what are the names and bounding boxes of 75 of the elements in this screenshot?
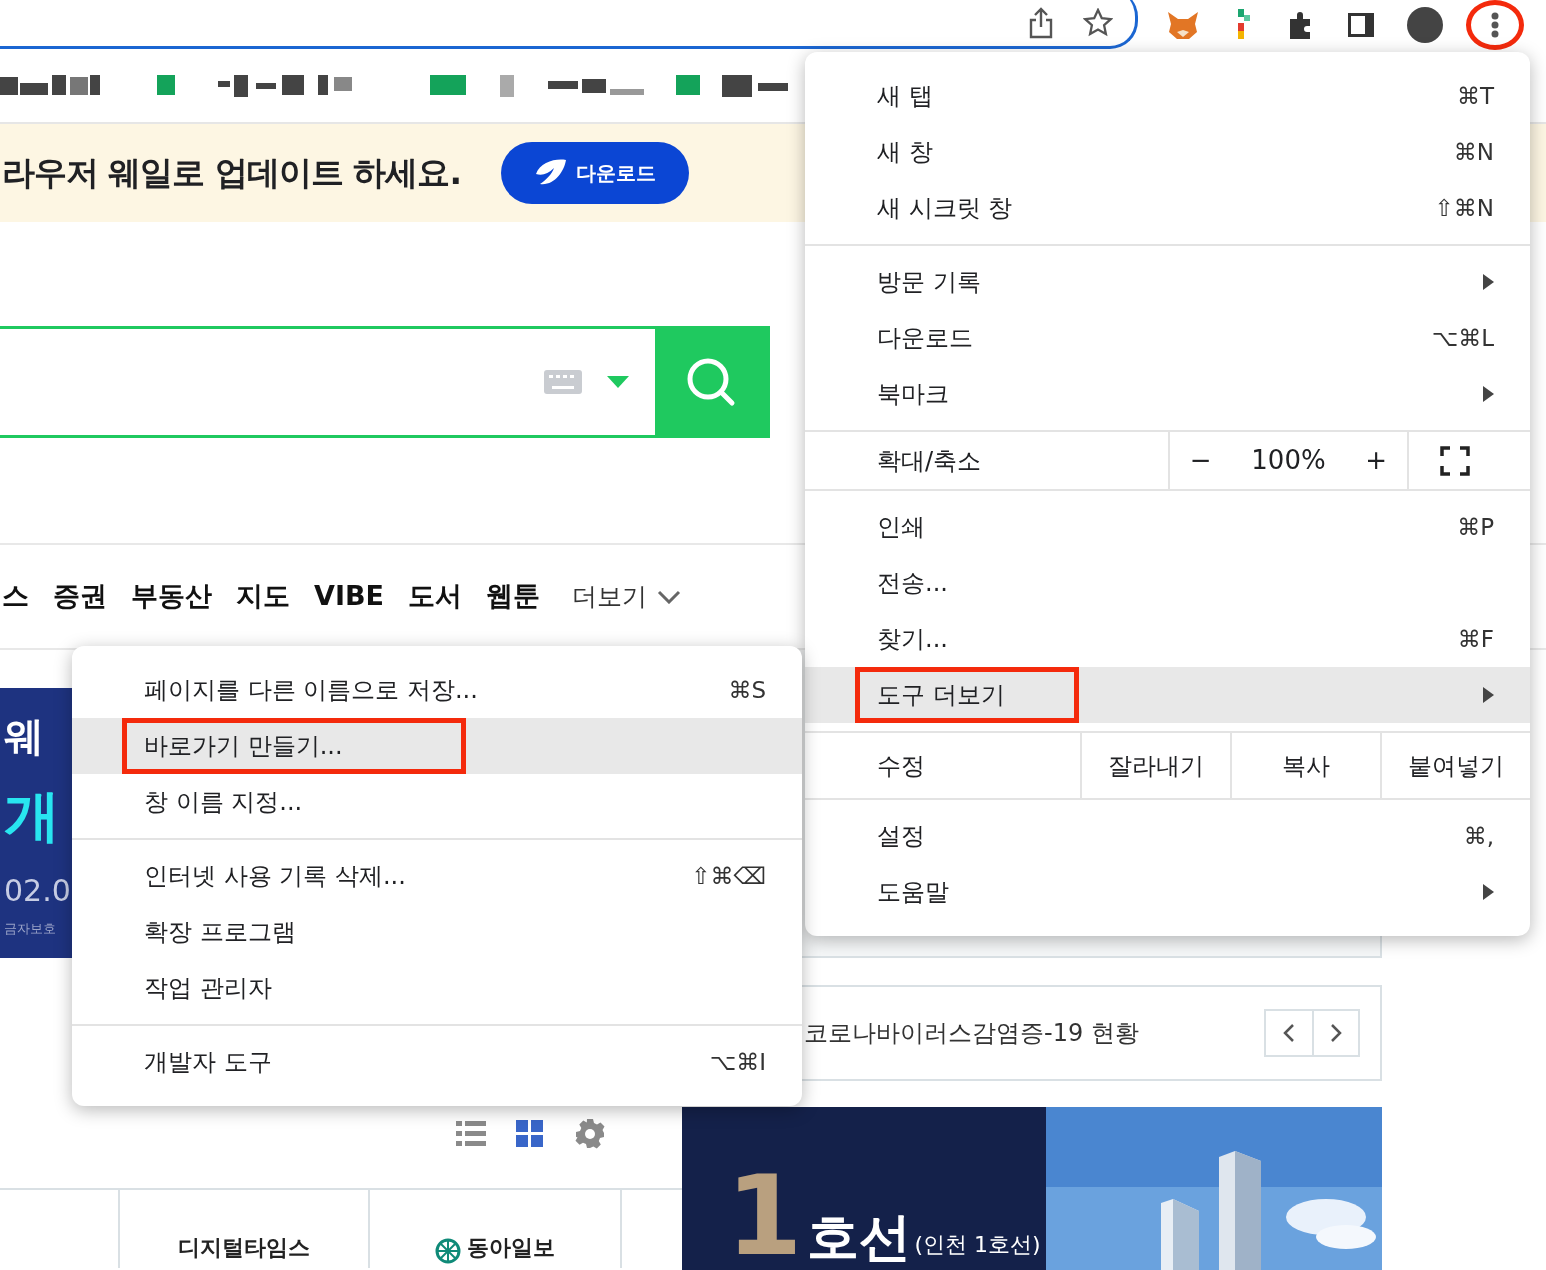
ad-subtitle: (인천 1호선) [914, 1231, 1041, 1259]
menu-item[interactable]: 도움말 [805, 864, 1530, 920]
ad-panel[interactable]: 1 호선(인천 1호선) [682, 1107, 1046, 1270]
shortcut-text: ⌘F [1457, 624, 1494, 654]
promo-text: 02.0 [4, 872, 71, 910]
chevron-down-icon [656, 589, 681, 604]
menu-item[interactable]: 새 탭 ⌘T [805, 68, 1530, 124]
menu-item[interactable]: 찾기... ⌘F [805, 611, 1530, 667]
promo-text: 웨 [4, 712, 44, 761]
zoom-level: 100% [1250, 444, 1327, 477]
shortcut-text: ⇧⌘⌫ [691, 861, 766, 891]
menu-label: 확대/축소 [876, 445, 983, 477]
menu-label: 수정 [876, 750, 926, 782]
nav-link[interactable]: 도서 [407, 576, 462, 617]
menu-item[interactable]: 방문 기록 [805, 254, 1530, 310]
menu-item[interactable]: 전송... [805, 555, 1530, 611]
menu-item[interactable]: 설정 ⌘, [805, 808, 1530, 864]
menu-item[interactable]: 인터넷 사용 기록 삭제... ⇧⌘⌫ [72, 848, 802, 904]
more-button[interactable]: 더보기 [571, 577, 681, 616]
menu-item[interactable]: 페이지를 다른 이름으로 저장... ⌘S [72, 662, 802, 718]
edit-button[interactable]: 복사 [1230, 733, 1380, 798]
star-icon[interactable] [1083, 7, 1113, 38]
shortcut-text: ⌘P [1457, 512, 1494, 542]
edit-button[interactable]: 붙여넣기 [1380, 733, 1530, 798]
avatar-icon[interactable] [1406, 6, 1444, 44]
download-button[interactable]: 다운로드 [501, 142, 689, 204]
press-logo[interactable]: 동아일보 [467, 1231, 555, 1264]
chevron-left-icon [1283, 1023, 1295, 1043]
shortcut-text: ⌘, [1463, 821, 1494, 851]
zoom-in-button[interactable]: + [1357, 441, 1396, 480]
shortcut-text: ⇧⌘N [1434, 193, 1494, 223]
search-icon [686, 357, 736, 407]
panel-title: 코로나바이러스감염증-19 현황 [804, 1018, 1139, 1049]
update-notice: 라우저 웨일로 업데이트 하세요. [2, 152, 461, 195]
globe-icon [435, 1238, 461, 1264]
promo-text: 금자보호 [4, 920, 56, 938]
share-icon[interactable] [1029, 6, 1053, 39]
ad-number: 1 [726, 1169, 803, 1263]
list-icon [456, 1120, 486, 1148]
grid-icon [516, 1120, 544, 1148]
promo-banner[interactable]: 웨 개 02.0 금자보호 [0, 688, 72, 958]
sidebar-icon[interactable] [1346, 11, 1376, 39]
more-icon [1491, 12, 1499, 38]
nav-link[interactable]: 증권 [53, 576, 107, 617]
promo-text: 개 [4, 782, 60, 850]
fox-icon[interactable] [1166, 10, 1200, 40]
press-logo[interactable]: 디지털타임스 [178, 1231, 310, 1264]
view-grid-button[interactable] [516, 1118, 544, 1150]
nav-link[interactable]: 스 [2, 576, 29, 617]
menu-item[interactable]: 작업 관리자 [72, 960, 802, 1016]
menu-item[interactable]: 인쇄 ⌘P [805, 499, 1530, 555]
chevron-right-icon [1330, 1023, 1342, 1043]
menu-item[interactable]: 도구 더보기 [805, 667, 1530, 723]
menu-item[interactable]: 북마크 [805, 366, 1530, 422]
settings-icon[interactable] [574, 1118, 606, 1150]
menu-item[interactable]: 개발자 도구 ⌥⌘I [72, 1034, 802, 1090]
shortcut-text: ⌘T [1456, 81, 1494, 111]
nav-link[interactable]: 지도 [236, 576, 290, 617]
zoom-out-button[interactable]: − [1181, 441, 1220, 480]
menu-item[interactable]: 창 이름 지정... [72, 774, 802, 830]
ad-title: 호선 [806, 1211, 911, 1263]
shortcut-text: ⌘S [728, 675, 766, 705]
menu-item[interactable]: 새 창 ⌘N [805, 124, 1530, 180]
nav-link[interactable]: 웹툰 [485, 576, 540, 617]
menu-item[interactable]: 다운로드 ⌥⌘L [805, 310, 1530, 366]
shortcut-text: ⌘N [1453, 137, 1494, 167]
menu-item[interactable]: 바로가기 만들기... [72, 718, 802, 774]
menu-item[interactable]: 새 시크릿 창 ⇧⌘N [805, 180, 1530, 236]
menu-item[interactable]: 확장 프로그램 [72, 904, 802, 960]
shortcut-text: ⌥⌘L [1431, 323, 1494, 353]
nav-link[interactable]: 부동산 [131, 576, 212, 617]
edit-button[interactable]: 잘라내기 [1080, 733, 1230, 798]
fullscreen-icon [1439, 445, 1470, 476]
nav-link[interactable]: VIBE [314, 576, 384, 617]
shortcut-text: ⌥⌘I [709, 1047, 766, 1077]
